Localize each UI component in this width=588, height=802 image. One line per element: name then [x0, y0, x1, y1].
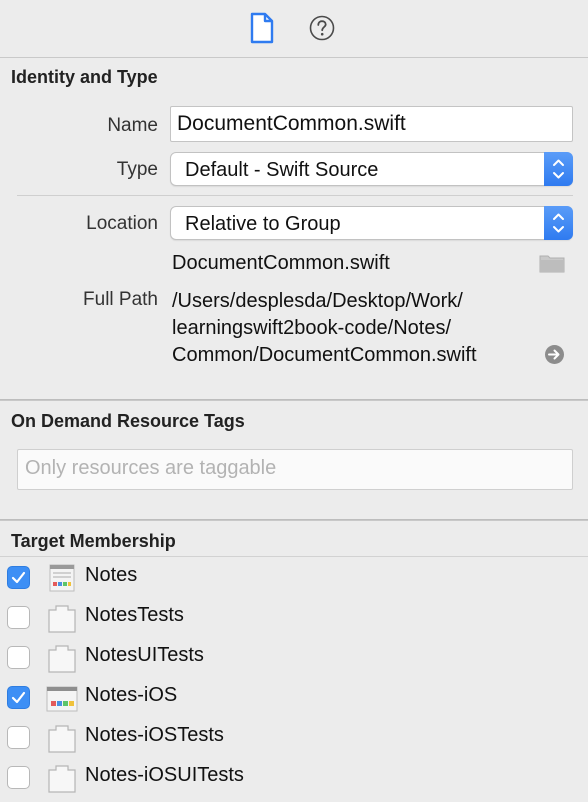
target-row-notes-iostests[interactable]: Notes-iOSTests [0, 718, 588, 758]
folder-icon[interactable] [539, 253, 565, 273]
ios-app-icon [46, 686, 78, 712]
on-demand-section-title: On Demand Resource Tags [11, 411, 245, 431]
target-row-notes[interactable]: Notes [0, 558, 588, 598]
target-label: Notes-iOSTests [85, 724, 224, 746]
name-label: Name [107, 115, 158, 136]
document-icon[interactable] [249, 12, 275, 44]
section-divider [0, 399, 588, 401]
full-path-line-2: learningswift2book-code/Notes/ [172, 317, 452, 339]
reveal-arrow-icon[interactable] [544, 344, 565, 365]
target-checkbox[interactable] [7, 766, 30, 789]
target-checkbox[interactable] [7, 646, 30, 669]
location-popup-value: Relative to Group [185, 213, 341, 235]
location-label: Location [86, 213, 158, 234]
tags-placeholder: Only resources are taggable [25, 457, 277, 479]
full-path-label: Full Path [83, 289, 158, 310]
app-icon [49, 564, 75, 592]
test-bundle-icon [48, 605, 76, 633]
test-bundle-icon [48, 765, 76, 793]
target-label: NotesUITests [85, 644, 204, 666]
target-checkbox[interactable] [7, 606, 30, 629]
section-divider [0, 519, 588, 521]
full-path-value: /Users/desplesda/Desktop/Work/ learnings… [172, 288, 477, 369]
location-popup[interactable]: Relative to Group [170, 206, 573, 240]
target-row-notestests[interactable]: NotesTests [0, 598, 588, 638]
target-label: Notes [85, 564, 138, 586]
target-label: Notes-iOSUITests [85, 764, 244, 786]
target-checkbox[interactable] [7, 566, 30, 589]
file-name-value: DocumentCommon.swift [172, 252, 390, 274]
identity-section-title: Identity and Type [11, 67, 158, 87]
type-label: Type [116, 159, 158, 180]
target-row-notesuitests[interactable]: NotesUITests [0, 638, 588, 678]
test-bundle-icon [48, 645, 76, 673]
chevron-updown-icon [544, 206, 573, 240]
target-label: Notes-iOS [85, 684, 178, 706]
question-mark-icon[interactable] [308, 14, 336, 42]
name-field-value: DocumentCommon.swift [177, 112, 406, 135]
target-membership-title: Target Membership [11, 531, 176, 551]
tags-field[interactable]: Only resources are taggable [17, 449, 573, 490]
target-row-notes-iosuitests[interactable]: Notes-iOSUITests [0, 758, 588, 798]
chevron-updown-icon [544, 152, 573, 186]
test-bundle-icon [48, 725, 76, 753]
type-popup[interactable]: Default - Swift Source [170, 152, 573, 186]
checkmark-icon [11, 691, 26, 704]
target-checkbox[interactable] [7, 686, 30, 709]
target-header-divider [0, 556, 588, 557]
full-path-line-3: Common/DocumentCommon.swift [172, 344, 477, 366]
type-popup-value: Default - Swift Source [185, 159, 379, 181]
target-row-notes-ios[interactable]: Notes-iOS [0, 678, 588, 718]
identity-divider [17, 195, 573, 196]
full-path-line-1: /Users/desplesda/Desktop/Work/ [172, 290, 463, 312]
inspector-toolbar [0, 0, 588, 58]
name-field[interactable]: DocumentCommon.swift [170, 106, 573, 142]
target-label: NotesTests [85, 604, 184, 626]
checkmark-icon [11, 571, 26, 584]
target-checkbox[interactable] [7, 726, 30, 749]
